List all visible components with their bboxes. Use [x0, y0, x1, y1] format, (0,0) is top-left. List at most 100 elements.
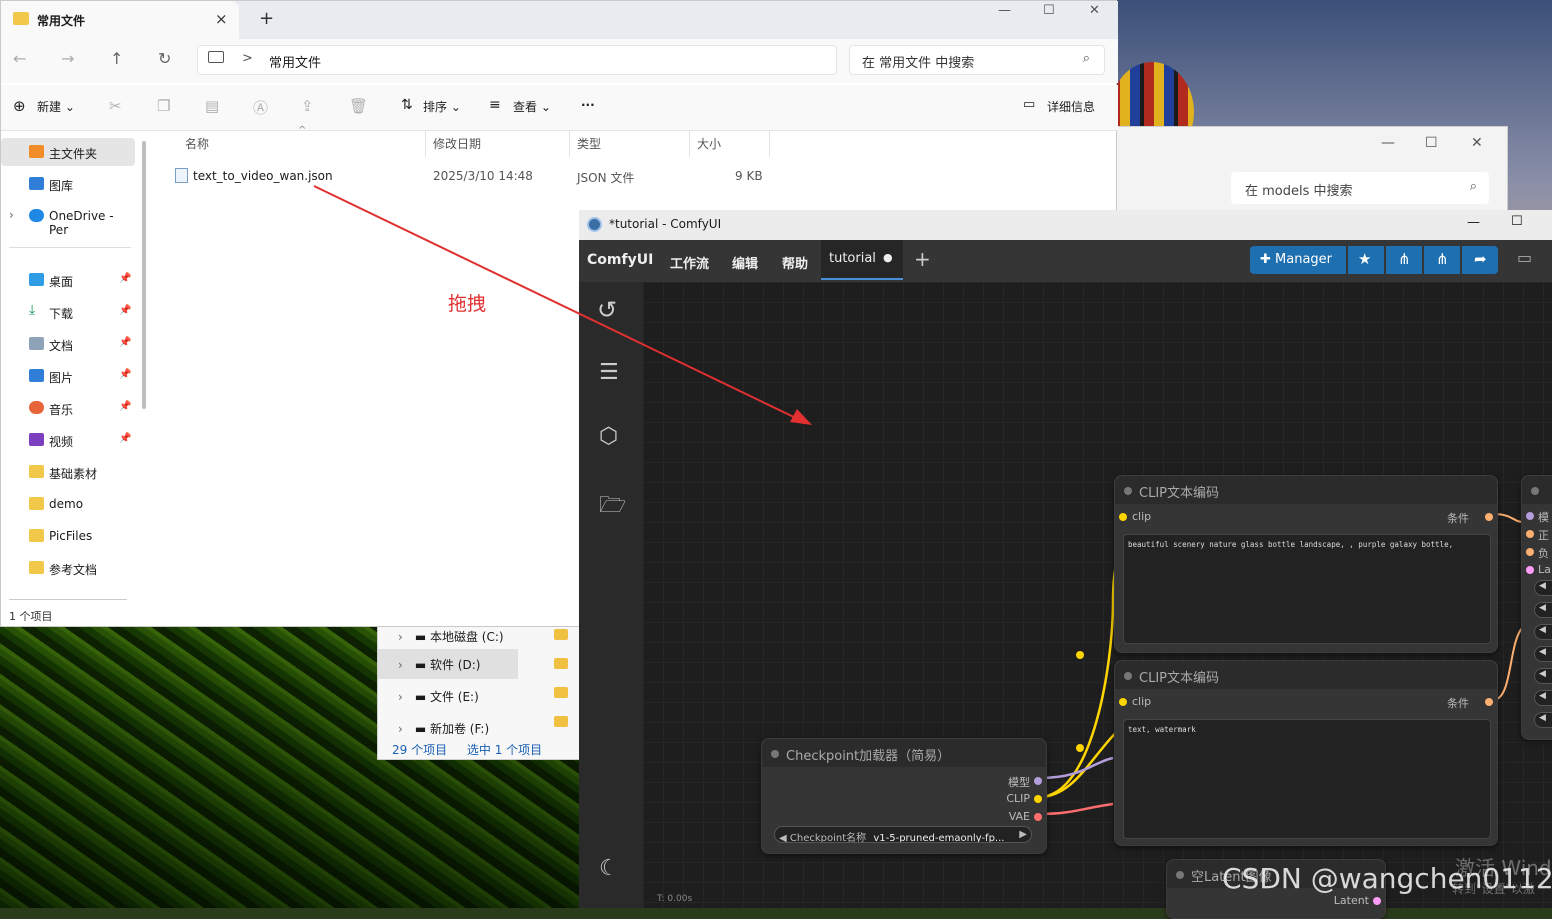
- widget-arrow-icon[interactable]: ◀: [1534, 602, 1552, 618]
- model-output-port[interactable]: [1034, 777, 1042, 785]
- sidebar-item-onedrive[interactable]: › OneDrive - Per: [1, 202, 135, 237]
- models-search-input[interactable]: 在 models 中搜索 ⌕: [1231, 172, 1489, 204]
- rename-icon[interactable]: Ⓐ: [253, 97, 268, 118]
- clip-text-encode-node[interactable]: CLIP文本编码 clip 条件 beautiful scenery natur…: [1114, 475, 1498, 653]
- search-input[interactable]: 在 常用文件 中搜索 ⌕: [849, 45, 1105, 75]
- node-title[interactable]: CLIP文本编码: [1115, 476, 1497, 504]
- widget-arrow-icon[interactable]: ◀: [1534, 624, 1552, 640]
- checkpoint-loader-node[interactable]: Checkpoint加载器（简易） 模型 CLIP VAE ◀ Checkpoi…: [761, 738, 1047, 854]
- more-button[interactable]: ···: [581, 98, 595, 112]
- workflow-folder-icon[interactable]: 🗁: [599, 488, 626, 526]
- model-cube-icon[interactable]: ⬡: [599, 424, 618, 449]
- queue-list-icon[interactable]: ☰: [599, 360, 619, 385]
- drive-item-e[interactable]: › ▬ 文件 (E:): [378, 681, 518, 711]
- details-button[interactable]: 详细信息: [1047, 98, 1095, 115]
- prompt-textarea[interactable]: text, watermark: [1123, 719, 1491, 839]
- model-input-port[interactable]: [1526, 512, 1534, 520]
- collapse-dot-icon[interactable]: [1124, 487, 1132, 495]
- conditioning-output-port[interactable]: [1485, 698, 1493, 706]
- forward-icon[interactable]: →: [61, 49, 74, 68]
- menu-edit[interactable]: 编辑: [732, 253, 758, 272]
- maximize-icon[interactable]: ☐: [1043, 3, 1055, 18]
- widget-arrow-icon[interactable]: ◀: [1534, 580, 1552, 596]
- panel-toggle-icon[interactable]: ▭: [1517, 248, 1532, 267]
- sidebar-item-videos[interactable]: 视频 📌: [1, 426, 135, 454]
- sidebar-item-music[interactable]: 音乐 📌: [1, 394, 135, 422]
- tab-tutorial[interactable]: tutorial ●: [821, 240, 903, 280]
- node-title[interactable]: [1522, 476, 1552, 504]
- prompt-textarea[interactable]: beautiful scenery nature glass bottle la…: [1123, 534, 1491, 644]
- paste-icon[interactable]: ▤: [205, 97, 219, 115]
- clip-output-port[interactable]: [1034, 795, 1042, 803]
- share-button[interactable]: ⋔: [1386, 246, 1422, 274]
- sidebar-item-gallery[interactable]: 图库: [1, 170, 135, 198]
- positive-input-port[interactable]: [1526, 530, 1534, 538]
- negative-input-port[interactable]: [1526, 548, 1534, 556]
- drives-explorer-window[interactable]: › ▬ 本地磁盘 (C:) › ▬ 软件 (D:) › ▬ 文件 (E:) › ▬ 新加…: [377, 620, 587, 760]
- collapse-dot-icon[interactable]: [1176, 871, 1184, 879]
- breadcrumb[interactable]: 常用文件: [269, 52, 321, 71]
- new-button[interactable]: 新建 ⌄: [37, 98, 75, 115]
- latent-output-port[interactable]: [1373, 897, 1381, 905]
- back-icon[interactable]: ←: [13, 49, 26, 68]
- maximize-icon[interactable]: ☐: [1511, 214, 1523, 229]
- tab-close-icon[interactable]: ×: [215, 10, 228, 28]
- view-button[interactable]: 查看 ⌄: [513, 98, 551, 115]
- forward-button[interactable]: ➦: [1462, 246, 1498, 274]
- delete-icon[interactable]: 🗑: [349, 97, 368, 115]
- node-title[interactable]: CLIP文本编码: [1115, 661, 1497, 689]
- manager-button[interactable]: ✚ Manager: [1250, 246, 1346, 274]
- comfyui-window[interactable]: *tutorial - ComfyUI — ☐ ComfyUI 工作流 编辑 帮…: [579, 210, 1552, 919]
- cut-icon[interactable]: ✂: [109, 97, 122, 115]
- scrollbar[interactable]: [142, 141, 146, 409]
- collapse-dot-icon[interactable]: [771, 750, 779, 758]
- theme-moon-icon[interactable]: ☾: [599, 856, 619, 881]
- close-icon[interactable]: ✕: [1471, 135, 1483, 151]
- maximize-icon[interactable]: ☐: [1425, 135, 1438, 151]
- ksampler-node[interactable]: 模 正 负 La ◀ ◀ ◀ ◀ ◀ ◀ ◀: [1521, 475, 1552, 740]
- arrow-right-icon[interactable]: ▶: [1019, 829, 1027, 840]
- sidebar-item-desktop[interactable]: 桌面 📌: [1, 266, 135, 294]
- collapse-dot-icon[interactable]: [1124, 672, 1132, 680]
- sidebar-item-folder[interactable]: PicFiles: [1, 522, 135, 550]
- history-icon[interactable]: ↺: [597, 296, 617, 324]
- copy-icon[interactable]: ❐: [157, 97, 170, 115]
- up-icon[interactable]: ↑: [110, 49, 123, 68]
- column-header-name[interactable]: 名称: [185, 135, 209, 152]
- latent-input-port[interactable]: [1526, 566, 1534, 574]
- sidebar-item-downloads[interactable]: ⤓ 下载 📌: [1, 298, 135, 326]
- widget-arrow-icon[interactable]: ◀: [1534, 668, 1552, 684]
- clip-input-port[interactable]: [1119, 513, 1127, 521]
- clip-input-port[interactable]: [1119, 698, 1127, 706]
- menu-workflow[interactable]: 工作流: [670, 253, 709, 272]
- widget-arrow-icon[interactable]: ◀: [1534, 712, 1552, 728]
- sidebar-item-pictures[interactable]: 图片 📌: [1, 362, 135, 390]
- sidebar-item-folder[interactable]: 参考文档: [1, 554, 135, 582]
- arrow-left-icon[interactable]: ◀: [779, 833, 787, 842]
- node-title[interactable]: Checkpoint加载器（简易）: [762, 739, 1046, 767]
- share-button[interactable]: ⋔: [1424, 246, 1460, 274]
- add-tab-button[interactable]: +: [914, 247, 931, 271]
- refresh-icon[interactable]: ↻: [158, 49, 171, 68]
- checkpoint-select[interactable]: ◀ Checkpoint名称 v1-5-pruned-emaonly-fp...…: [774, 826, 1032, 843]
- minimize-icon[interactable]: —: [998, 3, 1011, 18]
- collapse-dot-icon[interactable]: [1531, 487, 1539, 495]
- column-header-type[interactable]: 类型: [577, 135, 601, 152]
- address-bar[interactable]: > 常用文件: [197, 45, 837, 75]
- column-header-date[interactable]: 修改日期: [433, 135, 481, 152]
- file-row[interactable]: text_to_video_wan.json 2025/3/10 14:48 J…: [171, 165, 771, 187]
- share-icon[interactable]: ⇪: [301, 97, 314, 115]
- minimize-icon[interactable]: —: [1381, 135, 1395, 151]
- explorer-tab[interactable]: 常用文件 ×: [1, 1, 239, 39]
- graph-canvas[interactable]: CLIP文本编码 clip 条件 beautiful scenery natur…: [643, 282, 1552, 919]
- sidebar-item-home[interactable]: 主文件夹: [1, 138, 135, 166]
- clip-text-encode-node[interactable]: CLIP文本编码 clip 条件 text, watermark: [1114, 660, 1498, 846]
- sort-button[interactable]: 排序 ⌄: [423, 98, 461, 115]
- widget-arrow-icon[interactable]: ◀: [1534, 690, 1552, 706]
- star-button[interactable]: ★: [1348, 246, 1384, 274]
- vae-output-port[interactable]: [1034, 813, 1042, 821]
- sidebar-item-folder[interactable]: 基础素材: [1, 458, 135, 486]
- conditioning-output-port[interactable]: [1485, 513, 1493, 521]
- menu-help[interactable]: 帮助: [782, 253, 808, 272]
- new-tab-button[interactable]: +: [259, 8, 274, 29]
